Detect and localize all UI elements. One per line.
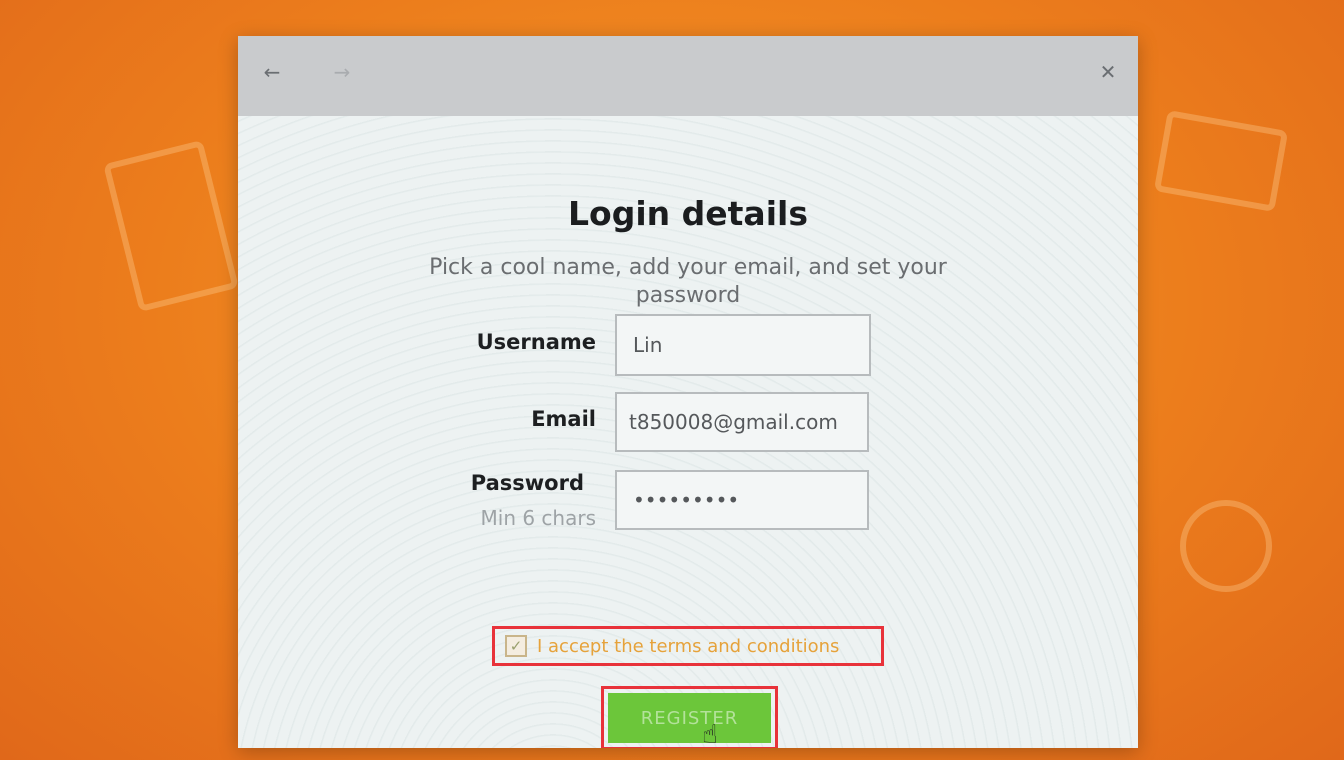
email-input[interactable] bbox=[615, 392, 869, 452]
arrow-right-icon: → bbox=[333, 60, 351, 84]
password-label: Password bbox=[470, 471, 584, 495]
background-decoration bbox=[1153, 110, 1289, 212]
terms-checkbox-row[interactable]: ✓ I accept the terms and conditions bbox=[492, 626, 884, 666]
register-button[interactable]: REGISTER bbox=[608, 693, 771, 743]
back-button[interactable]: ← bbox=[258, 58, 286, 86]
arrow-left-icon: ← bbox=[263, 60, 281, 84]
password-hint: Min 6 chars bbox=[480, 506, 597, 530]
username-input[interactable] bbox=[615, 314, 871, 376]
forward-button[interactable]: → bbox=[328, 58, 356, 86]
email-label: Email bbox=[531, 407, 596, 431]
terms-checkbox[interactable]: ✓ bbox=[505, 635, 527, 657]
form-panel: Login details Pick a cool name, add your… bbox=[238, 116, 1138, 748]
hand-cursor-icon: ☝ bbox=[702, 720, 718, 748]
username-label: Username bbox=[476, 330, 596, 354]
background-decoration bbox=[1180, 500, 1272, 592]
page-title: Login details bbox=[568, 194, 808, 233]
terms-label: I accept the terms and conditions bbox=[537, 635, 840, 657]
title-bar: ← → ✕ bbox=[238, 36, 1138, 116]
password-input[interactable] bbox=[615, 470, 869, 530]
registration-window: ← → ✕ Login details Pick a cool name, ad… bbox=[238, 36, 1138, 748]
background-decoration bbox=[103, 139, 239, 313]
register-highlight: REGISTER bbox=[601, 686, 778, 748]
close-button[interactable]: ✕ bbox=[1094, 58, 1122, 86]
close-icon: ✕ bbox=[1099, 60, 1117, 84]
page-subtitle: Pick a cool name, add your email, and se… bbox=[429, 255, 947, 308]
